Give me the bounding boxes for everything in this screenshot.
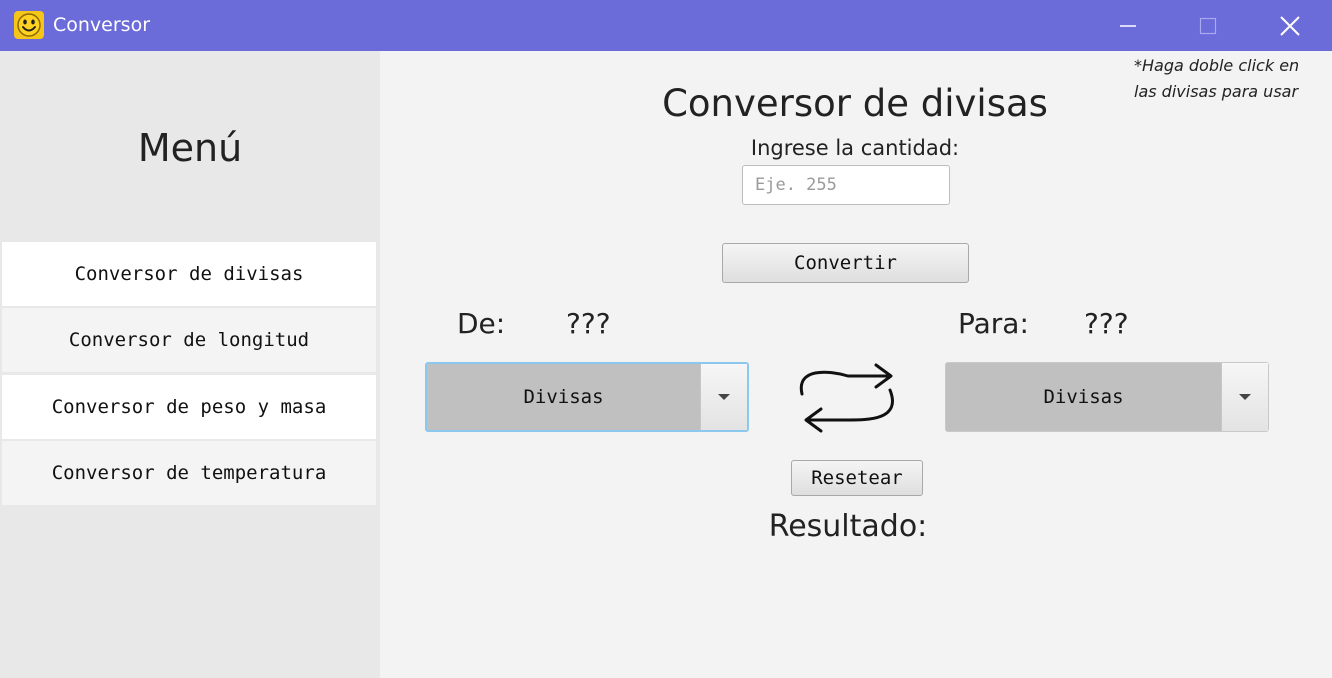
minimize-icon: [1120, 24, 1136, 27]
amount-input[interactable]: [742, 165, 950, 205]
convert-button[interactable]: Convertir: [722, 243, 969, 283]
close-icon: [1280, 15, 1300, 36]
title-bar: Conversor: [0, 0, 1332, 51]
chevron-down-icon[interactable]: [700, 364, 747, 430]
menu-item-longitud[interactable]: Conversor de longitud: [2, 308, 376, 372]
menu-title: Menú: [137, 126, 243, 170]
to-label: Para:: [958, 307, 1029, 340]
window-title: Conversor: [53, 14, 151, 36]
maximize-button[interactable]: [1178, 0, 1238, 51]
amount-label: Ingrese la cantidad:: [750, 136, 960, 160]
minimize-button[interactable]: [1098, 0, 1158, 51]
menu-item-divisas[interactable]: Conversor de divisas: [2, 242, 376, 306]
from-currency-select[interactable]: Divisas: [425, 362, 749, 432]
usage-hint-line-1: *Haga doble click en: [1134, 56, 1300, 75]
usage-hint-line-2: las divisas para usar: [1134, 82, 1299, 101]
chevron-down-icon[interactable]: [1221, 363, 1268, 431]
sidebar: Menú Conversor de divisas Conversor de l…: [0, 51, 380, 678]
menu-item-peso-masa[interactable]: Conversor de peso y masa: [2, 375, 376, 439]
close-button[interactable]: [1260, 0, 1320, 51]
from-label: De:: [457, 307, 506, 340]
to-currency-select[interactable]: Divisas: [945, 362, 1269, 432]
swap-arrows-icon[interactable]: [788, 360, 908, 436]
page-title: Conversor de divisas: [662, 82, 1048, 125]
to-select-value: Divisas: [946, 363, 1221, 431]
usage-hint: *Haga doble click en las divisas para us…: [1134, 53, 1299, 105]
result-label: Resultado:: [768, 509, 928, 544]
maximize-icon: [1199, 17, 1217, 34]
menu-item-temperatura[interactable]: Conversor de temperatura: [2, 441, 376, 505]
reset-button[interactable]: Resetear: [791, 460, 923, 496]
from-currency-value: ???: [566, 307, 611, 340]
smiley-icon: [14, 11, 44, 39]
from-select-value: Divisas: [427, 364, 700, 430]
to-currency-value: ???: [1084, 307, 1129, 340]
